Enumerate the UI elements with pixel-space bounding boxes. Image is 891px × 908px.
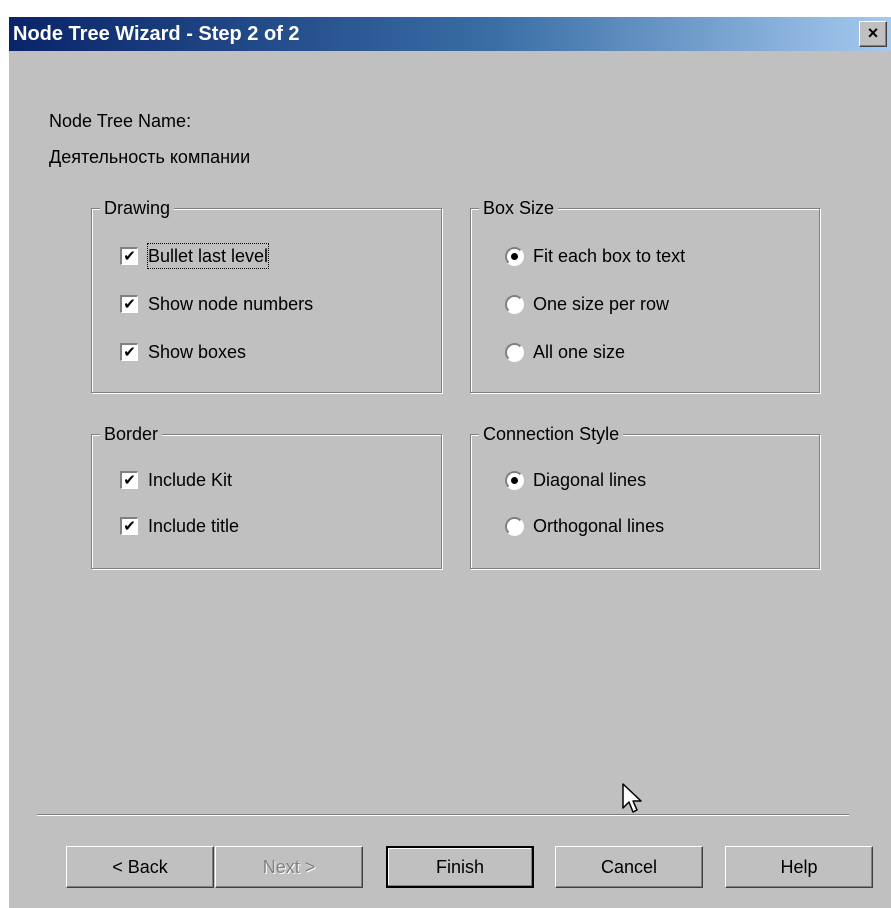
connection-style-legend: Connection Style xyxy=(479,423,624,445)
cancel-button[interactable]: Cancel xyxy=(555,846,703,888)
checkmark-icon: ✔ xyxy=(120,343,138,361)
drawing-group: Drawing ✔ Bullet last level ✔ Show node … xyxy=(91,197,442,393)
radio-selected-icon xyxy=(505,247,524,266)
finish-button[interactable]: Finish xyxy=(386,846,534,888)
box-size-legend: Box Size xyxy=(479,197,559,219)
radio-icon xyxy=(505,295,524,314)
connection-style-group: Connection Style Diagonal lines Orthogon… xyxy=(470,423,820,569)
mouse-pointer-icon xyxy=(622,783,642,813)
radio-label: All one size xyxy=(533,342,626,362)
wizard-window: Node Tree Wizard - Step 2 of 2 × Node Tr… xyxy=(9,17,891,908)
window-title: Node Tree Wizard - Step 2 of 2 xyxy=(13,23,300,45)
checkmark-icon: ✔ xyxy=(120,517,138,535)
help-button[interactable]: Help xyxy=(725,846,873,888)
next-button[interactable]: Next > xyxy=(215,846,363,888)
drawing-legend: Drawing xyxy=(100,197,175,219)
radio-label: Orthogonal lines xyxy=(533,516,665,536)
checkmark-icon: ✔ xyxy=(120,295,138,313)
title-bar[interactable]: Node Tree Wizard - Step 2 of 2 × xyxy=(9,17,891,51)
box-size-group: Box Size Fit each box to text One size p… xyxy=(470,197,820,393)
checkbox-label: Show node numbers xyxy=(148,294,314,314)
radio-icon xyxy=(505,343,524,362)
checkbox-label: Include title xyxy=(148,516,240,536)
radio-icon xyxy=(505,517,524,536)
close-button[interactable]: × xyxy=(859,21,887,47)
radio-label: One size per row xyxy=(533,294,670,314)
checkbox-label: Show boxes xyxy=(148,342,247,362)
checkmark-icon: ✔ xyxy=(120,471,138,489)
checkmark-icon: ✔ xyxy=(120,247,138,265)
close-icon: × xyxy=(867,23,879,43)
node-tree-name-label: Node Tree Name: xyxy=(49,111,192,131)
checkbox-label: Include Kit xyxy=(148,470,233,490)
node-tree-name-value: Деятельность компании xyxy=(49,147,251,167)
border-group: Border ✔ Include Kit ✔ Include title xyxy=(91,423,442,569)
radio-label: Diagonal lines xyxy=(533,470,647,490)
checkbox-label: Bullet last level xyxy=(146,243,270,269)
footer-separator xyxy=(37,814,849,816)
radio-selected-icon xyxy=(505,471,524,490)
back-button[interactable]: < Back xyxy=(66,846,214,888)
border-legend: Border xyxy=(100,423,163,445)
radio-label: Fit each box to text xyxy=(533,246,686,266)
